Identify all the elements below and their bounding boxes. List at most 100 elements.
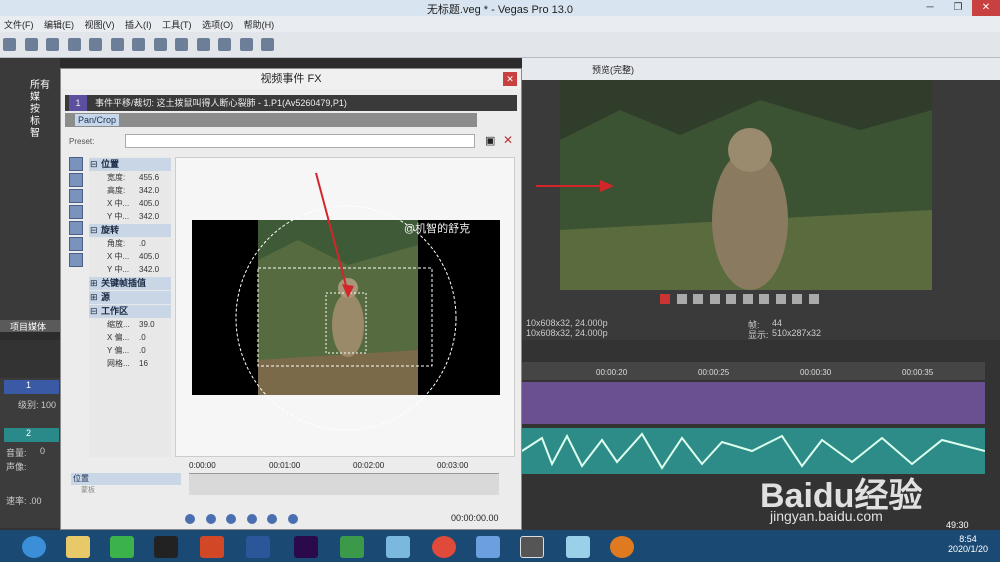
file-explorer-icon[interactable] <box>66 536 90 558</box>
close-window-button[interactable]: ✕ <box>972 0 1000 16</box>
next-frame-icon[interactable] <box>808 294 819 304</box>
delete-keyframe-icon[interactable] <box>246 514 257 524</box>
save-icon[interactable] <box>46 38 60 51</box>
new-icon[interactable] <box>3 38 16 51</box>
open-icon[interactable] <box>24 38 38 51</box>
media-tree-item[interactable]: 按 <box>30 104 50 116</box>
render-icon[interactable] <box>89 38 103 51</box>
section-rotation[interactable]: 旋转 <box>89 224 171 237</box>
keyframe-strip[interactable] <box>189 473 499 495</box>
scale-about-center-icon[interactable] <box>69 221 83 235</box>
chrome-icon[interactable] <box>432 536 456 558</box>
prop-row[interactable]: Y 偏... .0 <box>89 344 171 357</box>
menu-options[interactable]: 选项(O) <box>198 16 237 33</box>
move-icon[interactable] <box>69 189 83 203</box>
ruler-tick: 00:00:25 <box>698 368 730 377</box>
app-icon[interactable] <box>340 536 364 558</box>
play-from-start-icon[interactable] <box>693 294 704 304</box>
audio-track-header[interactable]: 2 <box>4 428 59 442</box>
go-to-start-icon[interactable] <box>759 294 770 304</box>
video-track-event[interactable] <box>522 382 985 424</box>
save-preset-icon[interactable]: ▣ <box>485 134 495 147</box>
normal-edit-icon[interactable] <box>69 157 83 171</box>
zoom-edit-icon[interactable] <box>69 173 83 187</box>
browser-icon[interactable] <box>22 536 46 558</box>
prop-row[interactable]: Y 中... 342.0 <box>89 263 171 276</box>
prop-row[interactable]: X 偏... .0 <box>89 331 171 344</box>
preset-dropdown[interactable] <box>125 134 475 148</box>
crosshair-icon[interactable] <box>69 253 83 267</box>
minimize-button[interactable]: ─ <box>916 0 944 16</box>
move-freely-icon[interactable] <box>69 237 83 251</box>
dialog-close-button[interactable]: ✕ <box>503 72 517 86</box>
media-tree-item[interactable]: 所有 <box>30 80 50 92</box>
prop-row[interactable]: 高度: 342.0 <box>89 184 171 197</box>
app-icon[interactable] <box>610 536 634 558</box>
display-value: 510x287x32 <box>772 328 822 338</box>
play-icon[interactable] <box>709 294 720 304</box>
track-position-label[interactable]: 位置 <box>71 473 181 485</box>
prev-keyframe-icon[interactable] <box>205 514 216 524</box>
qq-icon[interactable] <box>154 536 178 558</box>
prop-row[interactable]: X 中... 405.0 <box>89 197 171 210</box>
record-icon[interactable] <box>660 294 670 304</box>
menu-edit[interactable]: 编辑(E) <box>40 16 78 33</box>
word-icon[interactable] <box>246 536 270 558</box>
prop-row[interactable]: 网格... 16 <box>89 357 171 370</box>
lock-aspect-icon[interactable] <box>69 205 83 219</box>
pan-crop-chip[interactable]: Pan/Crop <box>75 114 120 126</box>
vegas-icon[interactable] <box>520 536 544 558</box>
keyframe-ruler: 0:00:00 00:01:00 00:02:00 00:03:00 <box>189 461 515 473</box>
first-keyframe-icon[interactable] <box>185 514 195 524</box>
loop-icon[interactable] <box>676 294 687 304</box>
media-tree-item[interactable]: 智 <box>30 128 50 140</box>
menu-help[interactable]: 帮助(H) <box>240 16 279 33</box>
wechat-icon[interactable] <box>110 536 134 558</box>
stop-icon[interactable] <box>742 294 753 304</box>
save-as-icon[interactable] <box>67 38 81 51</box>
prev-frame-icon[interactable] <box>792 294 803 304</box>
last-keyframe-icon[interactable] <box>287 514 298 524</box>
track-mask-label[interactable]: 蒙板 <box>71 485 181 495</box>
app-icon[interactable] <box>476 536 500 558</box>
section-source[interactable]: 源 <box>89 291 171 304</box>
tab-project-media[interactable]: 项目媒体 <box>0 320 60 332</box>
media-tree-item[interactable]: 媒 <box>30 92 50 104</box>
video-track-header[interactable]: 1 <box>4 380 59 394</box>
menu-view[interactable]: 视图(V) <box>81 16 119 33</box>
redo-icon[interactable] <box>218 38 232 51</box>
next-keyframe-icon[interactable] <box>267 514 278 524</box>
menu-tools[interactable]: 工具(T) <box>158 16 196 33</box>
section-workspace[interactable]: 工作区 <box>89 305 171 318</box>
app-icon[interactable] <box>566 536 590 558</box>
section-position[interactable]: 位置 <box>89 158 171 171</box>
delete-preset-icon[interactable]: ✕ <box>503 133 513 147</box>
title-bar: 无标题.veg * - Vegas Pro 13.0 ─ ❐ ✕ <box>0 0 1000 16</box>
app-icon[interactable] <box>386 536 410 558</box>
prop-row[interactable]: 宽度: 455.6 <box>89 171 171 184</box>
undo-icon[interactable] <box>196 38 210 51</box>
paste-icon[interactable] <box>175 38 189 51</box>
cut-icon[interactable] <box>132 38 146 51</box>
powerpoint-icon[interactable] <box>200 536 224 558</box>
maximize-button[interactable]: ❐ <box>944 0 972 16</box>
menu-insert[interactable]: 插入(I) <box>121 16 156 33</box>
menu-file[interactable]: 文件(F) <box>0 16 38 33</box>
edit-tool-icon[interactable] <box>239 38 253 51</box>
preview-quality-select[interactable]: 预览(完整) <box>592 63 634 76</box>
system-clock[interactable]: 8:54 2020/1/20 <box>938 534 998 554</box>
prop-row[interactable]: Y 中... 342.0 <box>89 210 171 223</box>
media-tree-item[interactable]: 标 <box>30 116 50 128</box>
pause-icon[interactable] <box>726 294 737 304</box>
prop-row[interactable]: 缩放... 39.0 <box>89 318 171 331</box>
properties-icon[interactable] <box>110 38 124 51</box>
copy-icon[interactable] <box>153 38 167 51</box>
prop-row[interactable]: 角度: .0 <box>89 237 171 250</box>
add-keyframe-icon[interactable] <box>226 514 237 524</box>
section-keyframe-interpolation[interactable]: 关键帧插值 <box>89 277 171 290</box>
go-to-end-icon[interactable] <box>775 294 786 304</box>
envelope-tool-icon[interactable] <box>261 38 275 51</box>
pan-crop-canvas[interactable]: @机智的舒克 <box>175 157 515 457</box>
premiere-icon[interactable] <box>294 536 318 558</box>
prop-row[interactable]: X 中... 405.0 <box>89 250 171 263</box>
